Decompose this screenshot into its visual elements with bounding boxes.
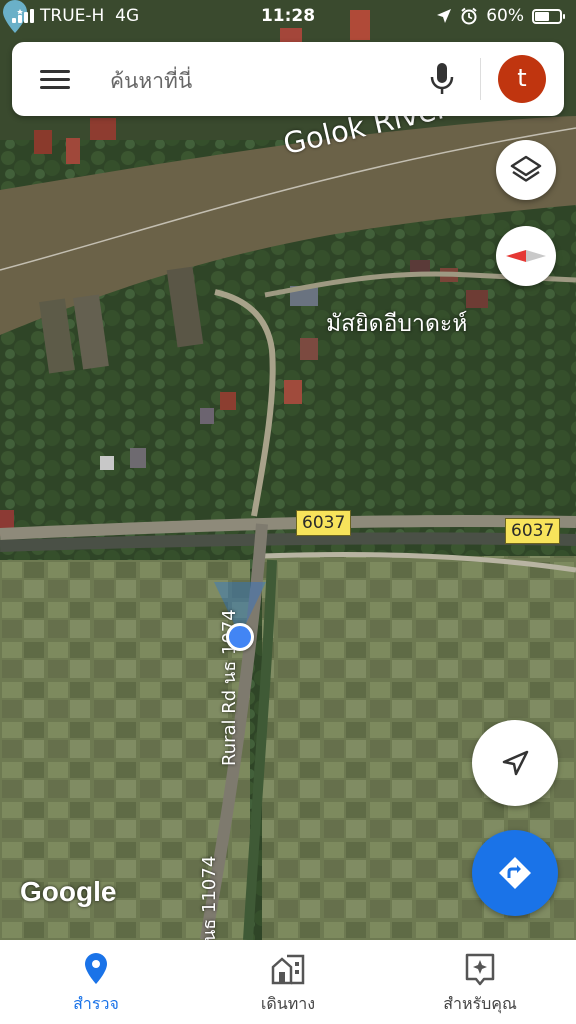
search-input[interactable]: ค้นหาที่นี่ <box>110 65 192 98</box>
directions-button[interactable] <box>472 830 558 916</box>
compass-icon <box>506 250 546 262</box>
for-you-icon <box>465 953 495 986</box>
tab-label: สำหรับคุณ <box>443 994 517 1013</box>
compass-button[interactable] <box>496 226 556 286</box>
bottom-navigation: สำรวจ เดินทาง สำหรับคุณ <box>0 940 576 1024</box>
current-location-dot <box>226 623 254 651</box>
map-pin-icon <box>85 953 107 984</box>
avatar[interactable]: t <box>498 55 546 103</box>
search-bar[interactable]: ค้นหาที่นี่ t <box>12 42 564 116</box>
battery-percent: 60% <box>486 6 524 26</box>
microphone-icon[interactable] <box>428 62 456 96</box>
battery-level <box>535 11 550 21</box>
layers-icon <box>510 155 542 182</box>
place-label[interactable]: มัสยิดอีบาดะห์ <box>326 306 467 342</box>
navigation-arrow-icon <box>502 750 529 776</box>
status-bar: TRUE-H 4G 11:28 60% <box>0 0 576 34</box>
divider <box>480 58 481 100</box>
menu-icon[interactable] <box>40 70 70 90</box>
tab-label: สำรวจ <box>73 994 119 1013</box>
road-label: นธ 11074 <box>199 855 220 940</box>
commute-icon <box>271 954 305 985</box>
battery-icon <box>532 8 565 24</box>
tab-for-you[interactable]: สำหรับคุณ <box>384 940 576 1024</box>
route-shield: 6037 <box>296 510 352 536</box>
tab-label: เดินทาง <box>260 994 316 1013</box>
alarm-icon <box>461 7 477 25</box>
tab-explore[interactable]: สำรวจ <box>0 940 192 1024</box>
tab-commute[interactable]: เดินทาง <box>192 940 384 1024</box>
directions-icon <box>499 857 531 889</box>
location-arrow-icon <box>437 9 452 23</box>
layers-button[interactable] <box>496 140 556 200</box>
google-attribution: Google <box>20 876 117 907</box>
my-location-button[interactable] <box>472 720 558 806</box>
route-shield: 6037 <box>505 518 561 544</box>
